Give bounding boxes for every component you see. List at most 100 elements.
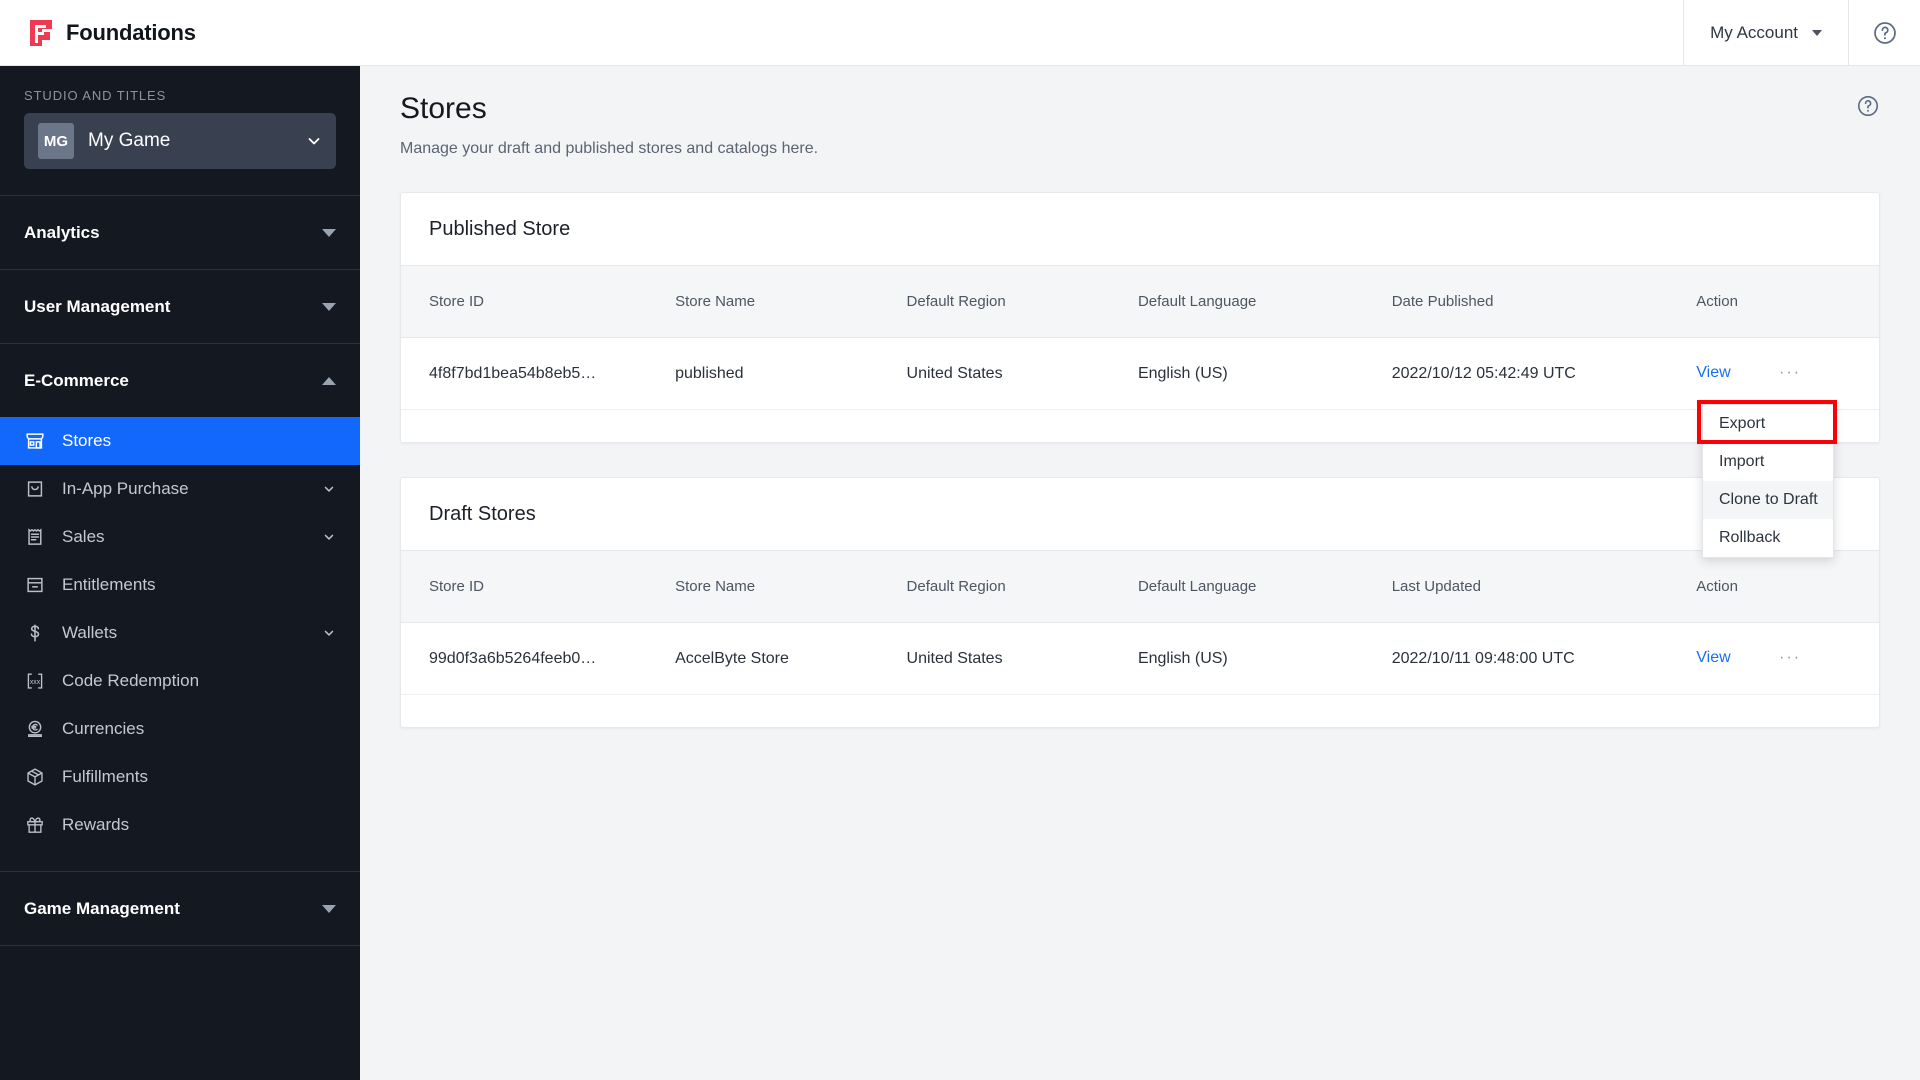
sidebar-section-user-management[interactable]: User Management: [0, 270, 360, 343]
sidebar-section-game-management[interactable]: Game Management: [0, 872, 360, 945]
chevron-down-icon: [324, 534, 334, 540]
gift-icon: [27, 817, 43, 833]
sidebar-item-fulfillments[interactable]: Fulfillments: [0, 753, 360, 801]
draft-stores-table: Store ID Store Name Default Region Defau…: [401, 550, 1879, 695]
main-content: Stores Manage your draft and published s…: [360, 66, 1920, 1080]
row-more-actions-button[interactable]: ···: [1779, 649, 1801, 667]
col-action: Action: [1696, 578, 1738, 595]
sidebar-section-user-management-label: User Management: [24, 296, 171, 316]
sidebar-item-entitlements-label: Entitlements: [62, 575, 156, 594]
col-default-region: Default Region: [906, 578, 1006, 595]
cell-action: View ···: [1696, 337, 1879, 410]
menu-item-export[interactable]: Export: [1703, 405, 1833, 443]
help-circle-icon: [1873, 21, 1896, 44]
table-header-row: Store ID Store Name Default Region Defau…: [401, 550, 1879, 623]
cell-date-published: 2022/10/12 05:42:49 UTC: [1391, 337, 1697, 410]
col-store-id: Store ID: [429, 293, 485, 310]
col-date-published: Date Published: [1391, 293, 1494, 310]
title-selector[interactable]: MG My Game: [24, 113, 336, 169]
sidebar-section-game-management-label: Game Management: [24, 898, 180, 918]
published-store-title: Published Store: [429, 217, 571, 240]
title-name: My Game: [88, 130, 171, 151]
cell-action: View ···: [1696, 622, 1879, 695]
sidebar-item-entitlements[interactable]: Entitlements: [0, 561, 360, 609]
drawer-icon: [27, 577, 43, 593]
sidebar-item-in-app-purchase-label: In-App Purchase: [62, 479, 189, 498]
table-body: 4f8f7bd1bea54b8eb5… published United Sta…: [401, 337, 1879, 410]
table-row: 4f8f7bd1bea54b8eb5… published United Sta…: [401, 337, 1879, 410]
col-default-language: Default Language: [1137, 578, 1257, 595]
cell-default-region: United States: [906, 337, 1138, 410]
coin-euro-icon: [28, 720, 42, 738]
menu-item-import[interactable]: Import: [1703, 443, 1833, 481]
sidebar-item-stores[interactable]: Stores: [0, 417, 360, 465]
top-bar: Foundations My Account: [0, 0, 1920, 66]
chevron-down-icon: [308, 138, 320, 145]
sidebar-item-sales[interactable]: Sales: [0, 513, 360, 561]
published-store-card: Published Store Store ID Store Name Defa…: [400, 192, 1880, 443]
dollar-icon: [30, 624, 40, 642]
cell-store-name: published: [675, 337, 907, 410]
cell-store-name: AccelByte Store: [675, 622, 907, 695]
sidebar-item-rewards-label: Rewards: [62, 815, 130, 834]
view-link[interactable]: View: [1696, 650, 1730, 667]
chevron-down-icon: [324, 486, 334, 492]
my-account-button[interactable]: My Account: [1683, 0, 1848, 66]
sidebar-item-code-redemption-label: Code Redemption: [62, 671, 200, 690]
view-link[interactable]: View: [1696, 365, 1730, 382]
menu-item-clone-to-draft[interactable]: Clone to Draft: [1703, 481, 1833, 519]
header-help-button[interactable]: [1848, 0, 1920, 66]
cell-default-language: English (US): [1137, 337, 1392, 410]
page-help-button[interactable]: [1856, 94, 1880, 123]
cell-store-id: 4f8f7bd1bea54b8eb5…: [401, 337, 676, 410]
sidebar-item-wallets[interactable]: Wallets: [0, 609, 360, 657]
sidebar-item-code-redemption[interactable]: xxx Code Redemption: [0, 657, 360, 705]
published-store-table: Store ID Store Name Default Region Defau…: [401, 265, 1879, 410]
table-header-row: Store ID Store Name Default Region Defau…: [401, 265, 1879, 338]
sidebar-section-label: STUDIO AND TITLES: [24, 88, 167, 103]
sidebar-section-analytics-label: Analytics: [24, 222, 100, 242]
title-badge: MG: [38, 123, 74, 159]
sidebar-item-fulfillments-label: Fulfillments: [62, 767, 148, 786]
code-brackets-icon: xxx: [27, 673, 43, 689]
sidebar-section-analytics[interactable]: Analytics: [0, 196, 360, 269]
table-head: Store ID Store Name Default Region Defau…: [401, 550, 1879, 623]
triangle-down-icon: [322, 228, 336, 237]
sidebar-item-currencies-label: Currencies: [62, 719, 145, 738]
sidebar-item-in-app-purchase[interactable]: In-App Purchase: [0, 465, 360, 513]
menu-item-rollback[interactable]: Rollback: [1703, 519, 1833, 557]
sidebar-section-ecommerce[interactable]: E-Commerce: [0, 344, 360, 417]
page-title: Stores: [400, 92, 487, 125]
receipt-icon: [28, 528, 42, 545]
cell-default-language: English (US): [1137, 622, 1392, 695]
sidebar-section-ecommerce-label: E-Commerce: [24, 370, 129, 390]
page-header: Stores Manage your draft and published s…: [360, 66, 1920, 158]
cell-default-region: United States: [906, 622, 1138, 695]
sidebar-item-currencies[interactable]: Currencies: [0, 705, 360, 753]
row-more-actions-button[interactable]: ···: [1779, 364, 1801, 382]
triangle-down-icon: [322, 302, 336, 311]
my-account-label: My Account: [1710, 22, 1798, 42]
col-store-name: Store Name: [675, 578, 756, 595]
sidebar-item-sales-label: Sales: [62, 527, 105, 546]
sidebar-item-rewards[interactable]: Rewards: [0, 801, 360, 849]
col-last-updated: Last Updated: [1391, 578, 1481, 595]
table-row: 99d0f3a6b5264feeb0… AccelByte Store Unit…: [401, 622, 1879, 695]
col-store-name: Store Name: [675, 293, 756, 310]
draft-stores-title: Draft Stores: [429, 502, 536, 525]
draft-stores-card: Draft Stores Store ID Store Name Default…: [400, 477, 1880, 728]
col-default-language: Default Language: [1137, 293, 1257, 310]
col-store-id: Store ID: [429, 578, 485, 595]
published-store-card-header: Published Store: [401, 193, 1879, 265]
col-action: Action: [1696, 293, 1738, 310]
help-circle-icon: [1858, 96, 1878, 116]
store-icon: [26, 433, 44, 449]
sidebar-item-wallets-label: Wallets: [62, 623, 118, 642]
bag-icon: [27, 481, 43, 497]
foundations-logo-icon: [30, 19, 52, 46]
card-footer: [401, 695, 1879, 727]
